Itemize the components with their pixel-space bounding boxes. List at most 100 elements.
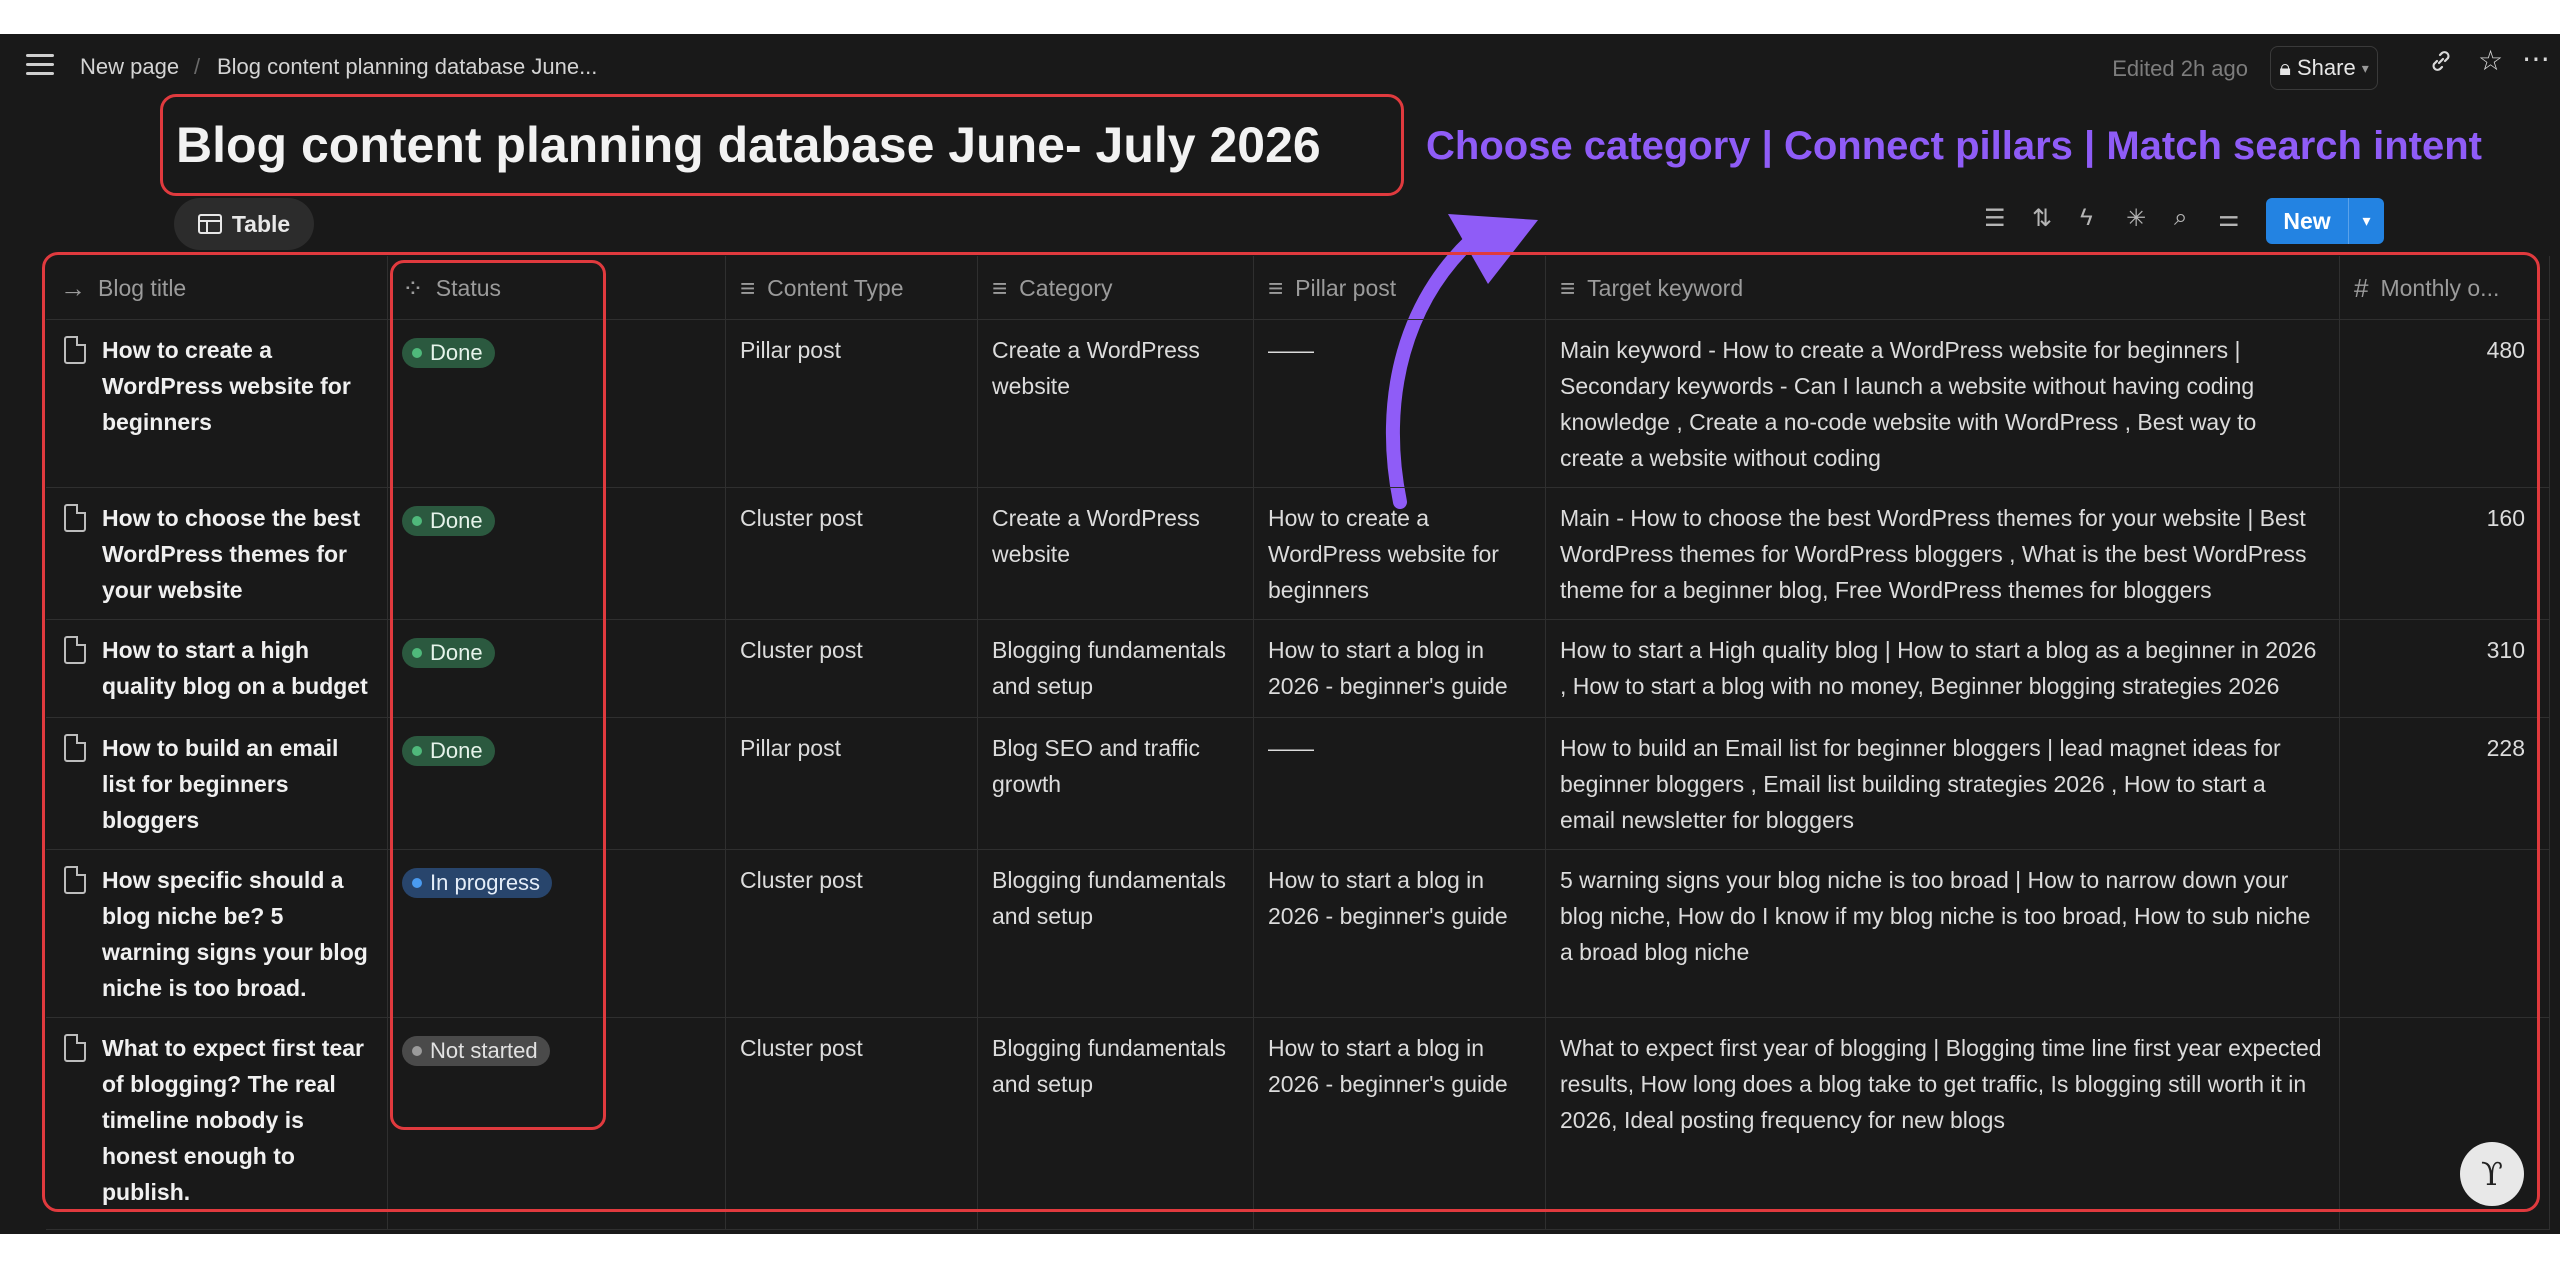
breadcrumb-item-new-page[interactable]: New page — [80, 54, 179, 80]
page-icon — [64, 866, 86, 894]
cell-blog-title[interactable]: How specific should a blog niche be? 5 w… — [46, 850, 388, 1017]
column-label: Category — [1019, 274, 1113, 301]
table-row[interactable]: How to build an email list for beginners… — [46, 718, 2550, 850]
cell-monthly[interactable] — [2340, 1018, 2550, 1229]
view-settings-icon[interactable]: ⚌ — [2218, 204, 2240, 233]
column-label: Status — [435, 274, 502, 301]
table-row[interactable]: How to start a high quality blog on a bu… — [46, 620, 2550, 718]
star-icon[interactable]: ☆ — [2478, 44, 2503, 77]
chevron-down-icon[interactable]: ▾ — [2348, 198, 2384, 244]
cell-content-type[interactable]: Cluster post — [726, 620, 978, 717]
cell-target-keyword[interactable]: Main - How to choose the best WordPress … — [1546, 488, 2340, 619]
ai-assistant-icon[interactable]: ϒ — [2460, 1142, 2524, 1206]
column-header-content-type[interactable]: ≡ Content Type — [726, 256, 978, 320]
cell-status[interactable]: In progress — [388, 850, 726, 1017]
tab-label: Table — [231, 210, 291, 237]
cell-blog-title[interactable]: How to choose the best WordPress themes … — [46, 488, 388, 619]
cell-category[interactable]: Create a WordPress website — [978, 488, 1254, 619]
arrow-right-icon: → — [60, 272, 86, 303]
text-lines-icon: ≡ — [992, 272, 1008, 303]
column-header-category[interactable]: ≡ Category — [978, 256, 1254, 320]
cell-content-type[interactable]: Pillar post — [726, 718, 978, 849]
table-row[interactable]: How specific should a blog niche be? 5 w… — [46, 850, 2550, 1018]
new-button-label: New — [2283, 207, 2331, 234]
page-icon — [64, 504, 86, 532]
cell-category[interactable]: Blogging fundamentals and setup — [978, 850, 1254, 1017]
cell-status[interactable]: Done — [388, 718, 726, 849]
status-badge[interactable]: Done — [402, 736, 495, 766]
status-badge[interactable]: Done — [402, 638, 495, 668]
cell-content-type[interactable]: Cluster post — [726, 488, 978, 619]
column-header-target-keyword[interactable]: ≡ Target keyword — [1546, 256, 2340, 320]
cell-target-keyword[interactable]: 5 warning signs your blog niche is too b… — [1546, 850, 2340, 1017]
cell-blog-title[interactable]: How to start a high quality blog on a bu… — [46, 620, 388, 717]
cell-content-type[interactable]: Cluster post — [726, 850, 978, 1017]
blog-title-text: How to create a WordPress website for be… — [102, 337, 351, 435]
cell-blog-title[interactable]: How to build an email list for beginners… — [46, 718, 388, 849]
cell-monthly[interactable]: 160 — [2340, 488, 2550, 619]
column-label: Blog title — [98, 274, 187, 301]
status-badge[interactable]: Done — [402, 506, 495, 536]
cell-content-type[interactable]: Cluster post — [726, 1018, 978, 1229]
automation-bolt-icon[interactable]: ϟ — [2080, 204, 2093, 232]
page-icon — [64, 734, 86, 762]
table-row[interactable]: How to choose the best WordPress themes … — [46, 488, 2550, 620]
link-icon[interactable] — [2428, 48, 2454, 81]
table-row[interactable]: How to create a WordPress website for be… — [46, 320, 2550, 488]
status-badge[interactable]: In progress — [402, 868, 553, 898]
column-label: Pillar post — [1295, 274, 1397, 301]
page-title[interactable]: Blog content planning database June- Jul… — [176, 116, 1321, 174]
search-icon[interactable]: ⌕ — [2174, 204, 2187, 232]
cell-pillar-post[interactable]: How to start a blog in 2026 - beginner's… — [1254, 620, 1546, 717]
status-label: Done — [430, 640, 483, 665]
blog-title-text: How to build an email list for beginners… — [102, 735, 339, 833]
cell-category[interactable]: Blogging fundamentals and setup — [978, 1018, 1254, 1229]
cell-monthly[interactable]: 310 — [2340, 620, 2550, 717]
tab-table-view[interactable]: Table — [174, 198, 314, 250]
cell-blog-title[interactable]: How to create a WordPress website for be… — [46, 320, 388, 487]
cell-status[interactable]: Not started — [388, 1018, 726, 1229]
cell-target-keyword[interactable]: What to expect first year of blogging | … — [1546, 1018, 2340, 1229]
hamburger-menu-icon[interactable] — [26, 54, 54, 80]
hash-icon: # — [2354, 272, 2369, 303]
cell-pillar-post[interactable]: How to create a WordPress website for be… — [1254, 488, 1546, 619]
status-badge[interactable]: Not started — [402, 1036, 550, 1066]
cell-monthly[interactable]: 480 — [2340, 320, 2550, 487]
new-record-button[interactable]: New ▾ — [2266, 198, 2384, 244]
cell-pillar-post[interactable]: How to start a blog in 2026 - beginner's… — [1254, 850, 1546, 1017]
cell-monthly[interactable] — [2340, 850, 2550, 1017]
status-label: Done — [430, 738, 483, 763]
column-header-pillar-post[interactable]: ≡ Pillar post — [1254, 256, 1546, 320]
cell-content-type[interactable]: Pillar post — [726, 320, 978, 487]
share-button[interactable]: 🔒︎ Share ▾ — [2270, 46, 2378, 90]
annotation-tagline: Choose category | Connect pillars | Matc… — [1426, 124, 2482, 168]
cell-blog-title[interactable]: What to expect first tear of blogging? T… — [46, 1018, 388, 1229]
filter-icon[interactable]: ☰ — [1984, 204, 2006, 233]
table-row[interactable]: What to expect first tear of blogging? T… — [46, 1018, 2550, 1230]
cell-status[interactable]: Done — [388, 320, 726, 487]
column-header-monthly[interactable]: # Monthly o... — [2340, 256, 2550, 320]
sort-icon[interactable]: ⇅ — [2032, 204, 2052, 233]
cell-status[interactable]: Done — [388, 620, 726, 717]
cell-category[interactable]: Blogging fundamentals and setup — [978, 620, 1254, 717]
cell-monthly[interactable]: 228 — [2340, 718, 2550, 849]
cell-status[interactable]: Done — [388, 488, 726, 619]
column-label: Monthly o... — [2380, 274, 2500, 301]
cell-pillar-post[interactable]: —— — [1254, 320, 1546, 487]
cell-target-keyword[interactable]: How to build an Email list for beginner … — [1546, 718, 2340, 849]
share-label: Share — [2296, 55, 2356, 80]
more-options-icon[interactable]: ⋯ — [2522, 42, 2550, 75]
cell-pillar-post[interactable]: —— — [1254, 718, 1546, 849]
column-header-blog-title[interactable]: → Blog title — [46, 256, 388, 320]
cell-target-keyword[interactable]: How to start a High quality blog | How t… — [1546, 620, 2340, 717]
breadcrumb-item-current-page[interactable]: Blog content planning database June... — [217, 54, 597, 80]
cell-category[interactable]: Blog SEO and traffic growth — [978, 718, 1254, 849]
column-header-status[interactable]: ⁘ Status — [388, 256, 726, 320]
cell-target-keyword[interactable]: Main keyword - How to create a WordPress… — [1546, 320, 2340, 487]
ai-sparkle-icon[interactable]: ✳ — [2126, 204, 2146, 233]
status-badge[interactable]: Done — [402, 338, 495, 368]
cell-category[interactable]: Create a WordPress website — [978, 320, 1254, 487]
cell-pillar-post[interactable]: How to start a blog in 2026 - beginner's… — [1254, 1018, 1546, 1229]
status-icon: ⁘ — [402, 272, 424, 303]
lock-icon: 🔒︎ — [2279, 55, 2291, 80]
